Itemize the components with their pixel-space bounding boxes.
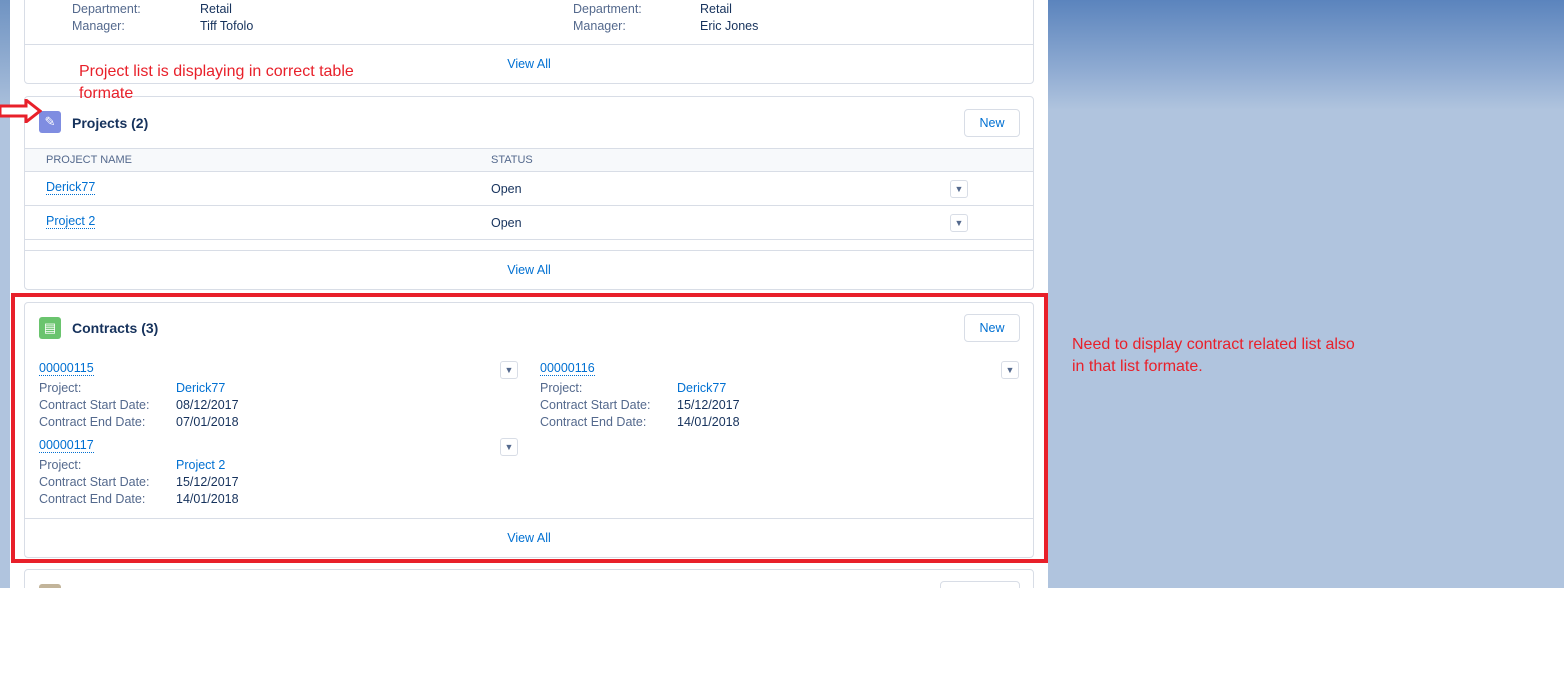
manager-label: Manager: — [573, 19, 626, 33]
department-label: Department: — [72, 2, 141, 16]
department-value: Retail — [200, 2, 232, 16]
contracts-annotation: Need to display contract related list al… — [1072, 336, 1355, 375]
project-link[interactable]: Project 2 — [46, 214, 96, 229]
annotation-highlight-box — [11, 293, 1048, 563]
new-button[interactable] — [940, 581, 1020, 588]
page-background-left — [0, 0, 10, 588]
projects-card: ✎ Projects (2) New PROJECT NAME STATUS D… — [24, 96, 1034, 290]
manager-value: Tiff Tofolo — [200, 19, 254, 33]
projects-annotation: Project list is displaying in correct ta… — [79, 63, 354, 102]
view-all-link[interactable]: View All — [25, 250, 1033, 289]
row-actions-dropdown[interactable]: ▼ — [950, 214, 968, 232]
table-row: Derick77 Open ▼ — [25, 172, 1033, 206]
column-project-name[interactable]: PROJECT NAME — [46, 154, 132, 166]
table-header: PROJECT NAME STATUS — [25, 148, 1033, 172]
new-project-button[interactable]: New — [964, 109, 1020, 137]
manager-label: Manager: — [72, 19, 125, 33]
project-status: Open — [491, 182, 522, 196]
annotation-arrow-icon — [0, 99, 42, 123]
project-icon: ✎ — [39, 111, 61, 133]
row-actions-dropdown[interactable]: ▼ — [950, 180, 968, 198]
manager-value: Eric Jones — [700, 19, 759, 33]
department-label: Department: — [573, 2, 642, 16]
table-row: Project 2 Open ▼ — [25, 206, 1033, 240]
department-value: Retail — [700, 2, 732, 16]
project-link[interactable]: Derick77 — [46, 180, 96, 195]
page-background-right — [1048, 0, 1564, 588]
next-related-list-card — [24, 569, 1034, 588]
column-status[interactable]: STATUS — [491, 154, 533, 166]
projects-title: Projects (2) — [72, 115, 149, 131]
project-status: Open — [491, 216, 522, 230]
list-icon — [39, 584, 61, 588]
